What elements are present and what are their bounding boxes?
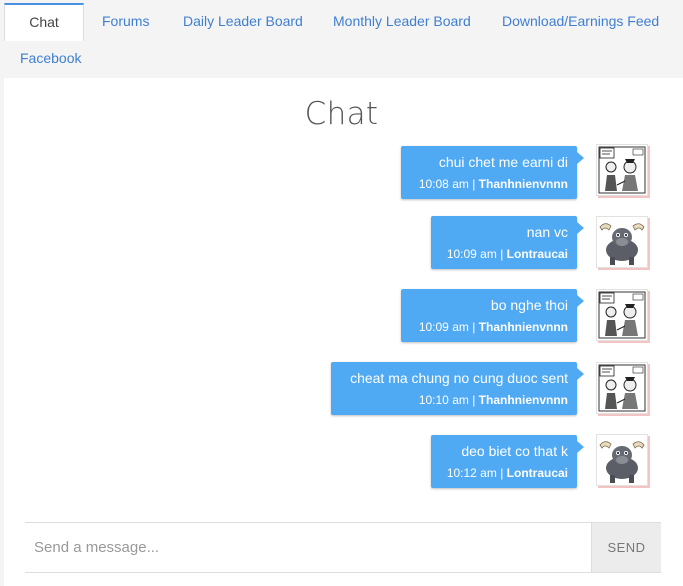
message-username[interactable]: Lontraucai bbox=[507, 247, 568, 261]
message-text: chui chet me earni di bbox=[438, 154, 568, 170]
message-meta: 10:09 am | Lontraucai bbox=[440, 245, 568, 263]
page-title: Chat bbox=[304, 96, 379, 132]
buffalo-avatar-icon[interactable] bbox=[596, 216, 648, 268]
message-username[interactable]: Thanhnienvnnn bbox=[479, 177, 568, 191]
message-text: nan vc bbox=[526, 224, 568, 240]
tab-download-earnings-feed[interactable]: Download/Earnings Feed bbox=[502, 11, 659, 31]
message-meta: 10:09 am | Thanhnienvnnn bbox=[410, 318, 568, 336]
comic-avatar-icon[interactable] bbox=[596, 362, 648, 414]
chat-message: bo nghe thoi 10:09 am | Thanhnienvnnn bbox=[401, 289, 584, 342]
meta-separator: | bbox=[496, 247, 507, 261]
comic-avatar-icon[interactable] bbox=[596, 144, 648, 196]
message-input[interactable] bbox=[25, 523, 591, 572]
message-meta: 10:08 am | Thanhnienvnnn bbox=[410, 175, 568, 193]
message-meta: 10:10 am | Thanhnienvnnn bbox=[340, 391, 568, 409]
message-time: 10:12 am bbox=[446, 466, 497, 480]
tab-daily-leader-board[interactable]: Daily Leader Board bbox=[183, 11, 303, 31]
message-composer: SEND bbox=[25, 522, 661, 573]
meta-separator: | bbox=[468, 393, 479, 407]
chat-message: cheat ma chung no cung duoc sent 10:10 a… bbox=[331, 362, 584, 415]
meta-separator: | bbox=[468, 320, 479, 334]
tab-chat[interactable]: Chat bbox=[4, 3, 84, 41]
message-time: 10:08 am bbox=[418, 177, 469, 191]
message-username[interactable]: Thanhnienvnnn bbox=[479, 320, 568, 334]
message-time: 10:10 am bbox=[418, 393, 469, 407]
message-username[interactable]: Lontraucai bbox=[507, 466, 568, 480]
message-time: 10:09 am bbox=[446, 247, 497, 261]
tab-monthly-leader-board[interactable]: Monthly Leader Board bbox=[333, 11, 471, 31]
tab-facebook[interactable]: Facebook bbox=[20, 48, 81, 68]
send-button[interactable]: SEND bbox=[591, 523, 661, 572]
tab-forums[interactable]: Forums bbox=[102, 11, 149, 31]
message-text: bo nghe thoi bbox=[490, 297, 568, 313]
message-username[interactable]: Thanhnienvnnn bbox=[479, 393, 568, 407]
buffalo-avatar-icon[interactable] bbox=[596, 434, 648, 486]
tab-bar: Chat Forums Daily Leader Board Monthly L… bbox=[0, 0, 683, 78]
chat-message: deo biet co that k 10:12 am | Lontraucai bbox=[431, 435, 584, 488]
meta-separator: | bbox=[496, 466, 507, 480]
meta-separator: | bbox=[468, 177, 479, 191]
message-text: cheat ma chung no cung duoc sent bbox=[350, 370, 568, 386]
chat-message: chui chet me earni di 10:08 am | Thanhni… bbox=[401, 146, 584, 199]
message-text: deo biet co that k bbox=[461, 443, 568, 459]
message-meta: 10:12 am | Lontraucai bbox=[440, 464, 568, 482]
chat-message: nan vc 10:09 am | Lontraucai bbox=[431, 216, 584, 269]
comic-avatar-icon[interactable] bbox=[596, 289, 648, 341]
message-time: 10:09 am bbox=[418, 320, 469, 334]
